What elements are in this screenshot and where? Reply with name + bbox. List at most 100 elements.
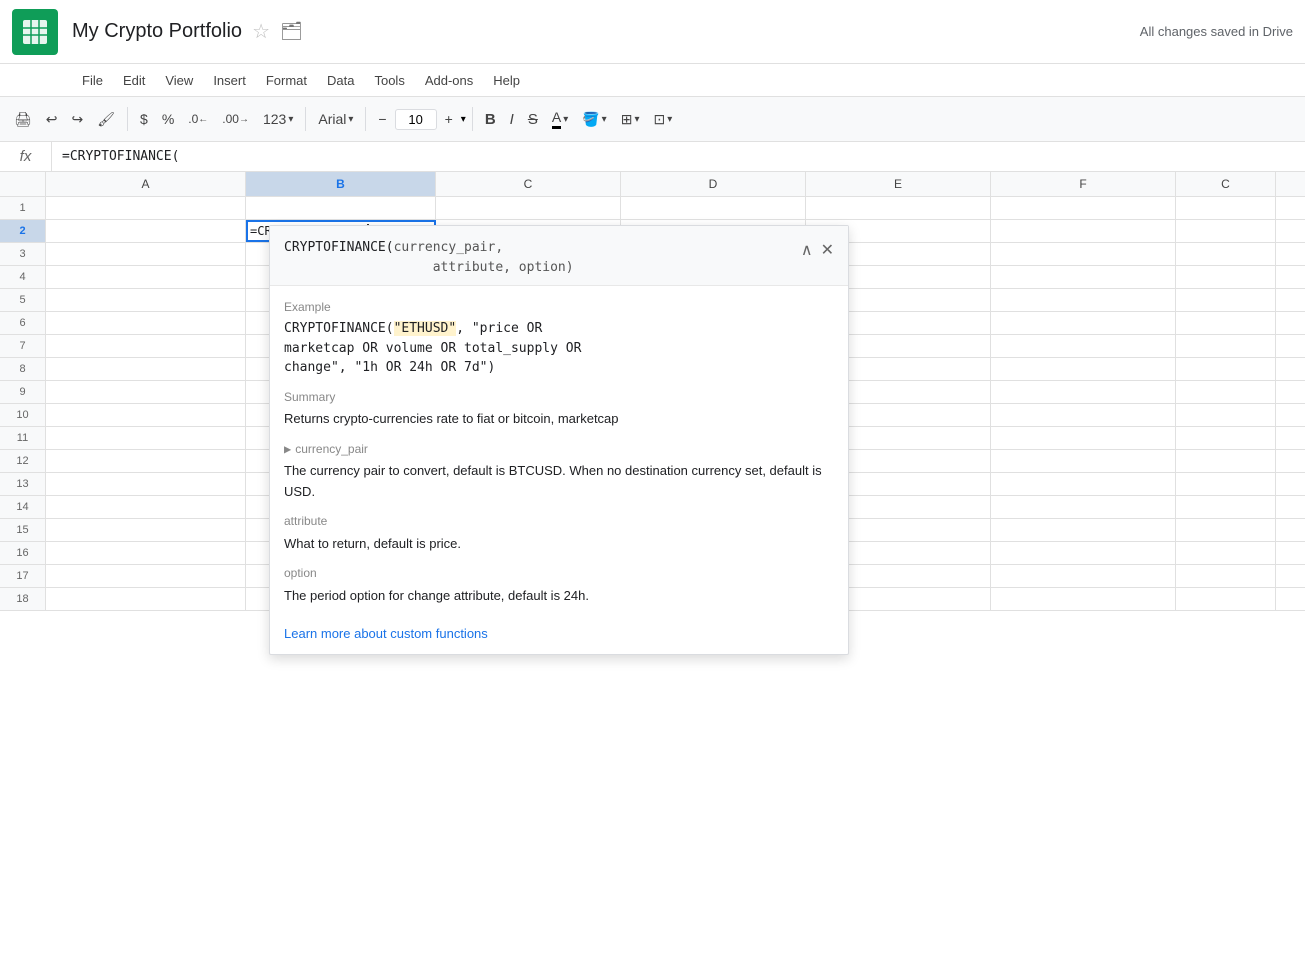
format-increase-decimal-button[interactable]: .00→ (216, 108, 255, 130)
merge-arrow: ▾ (667, 114, 672, 125)
fill-color-label: 🪣 (582, 111, 599, 128)
cell-c1[interactable] (436, 197, 621, 219)
popup-param1-desc: The currency pair to convert, default is… (284, 461, 834, 503)
menu-edit[interactable]: Edit (113, 69, 155, 92)
cell-f1[interactable] (991, 197, 1176, 219)
col-header-f[interactable]: F (991, 172, 1176, 196)
font-size-area: − + ▾ (372, 107, 465, 131)
column-headers: A B C D E F C (0, 172, 1305, 197)
menu-help[interactable]: Help (483, 69, 530, 92)
format-dropdown-arrow: ▾ (288, 114, 293, 125)
separator-4 (472, 107, 473, 131)
popup-collapse-button[interactable]: ∧ (801, 240, 813, 260)
popup-param1-label: currency_pair (295, 440, 368, 459)
strikethrough-button[interactable]: S (522, 107, 544, 132)
format-decrease-decimal-button[interactable]: .0← (182, 108, 214, 130)
format-number-label: 123 (263, 111, 286, 127)
popup-header: CRYPTOFINANCE(currency_pair, attribute, … (270, 226, 848, 286)
borders-label: ⊞ (621, 111, 633, 128)
star-icon[interactable]: ☆ (252, 19, 270, 44)
menu-addons[interactable]: Add-ons (415, 69, 483, 92)
doc-title[interactable]: My Crypto Portfolio (72, 20, 242, 43)
font-size-decrease-button[interactable]: − (372, 107, 392, 131)
cell-a2[interactable] (46, 220, 246, 242)
cell-f2[interactable] (991, 220, 1176, 242)
borders-button[interactable]: ⊞ ▾ (615, 107, 646, 132)
format-number-button[interactable]: 123 ▾ (257, 107, 299, 131)
popup-function-name: CRYPTOFINANCE( (284, 240, 394, 255)
menu-bar: File Edit View Insert Format Data Tools … (0, 64, 1305, 96)
font-size-dropdown-arrow: ▾ (461, 114, 466, 125)
borders-arrow: ▾ (634, 114, 639, 125)
formula-label: fx (0, 142, 52, 171)
col-header-e[interactable]: E (806, 172, 991, 196)
cell-g2[interactable] (1176, 220, 1276, 242)
popup-param1-row: ▶ currency_pair (284, 440, 834, 461)
col-header-c[interactable]: C (436, 172, 621, 196)
popup-param2-label: attribute (284, 512, 834, 531)
popup-example-label: Example (284, 298, 834, 317)
cell-e1[interactable] (806, 197, 991, 219)
popup-param3-desc: The period option for change attribute, … (284, 586, 834, 607)
popup-footer: Learn more about custom functions (270, 618, 848, 654)
col-header-b[interactable]: B (246, 172, 436, 196)
fill-color-button[interactable]: 🪣 ▾ (576, 107, 612, 132)
col-header-g[interactable]: C (1176, 172, 1276, 196)
font-size-input[interactable] (395, 109, 437, 130)
separator-3 (365, 107, 366, 131)
separator-2 (305, 107, 306, 131)
font-family-label: Arial (318, 111, 346, 127)
menu-data[interactable]: Data (317, 69, 364, 92)
row-num-1: 1 (0, 197, 46, 219)
popup-param3-section: option The period option for change attr… (284, 564, 834, 606)
menu-format[interactable]: Format (256, 69, 317, 92)
popup-param1-section: ▶ currency_pair The currency pair to con… (284, 440, 834, 503)
paint-format-button[interactable]: 🖌 (91, 107, 121, 132)
undo-button[interactable]: ↩ (40, 107, 64, 132)
popup-param2-section: attribute What to return, default is pri… (284, 512, 834, 554)
cell-g1[interactable] (1176, 197, 1276, 219)
autocomplete-popup: CRYPTOFINANCE(currency_pair, attribute, … (269, 225, 849, 655)
menu-insert[interactable]: Insert (203, 69, 256, 92)
popup-active-arrow: ▶ (284, 440, 291, 459)
merge-label: ⊡ (653, 111, 665, 128)
table-row: 1 (0, 197, 1305, 220)
learn-more-link[interactable]: Learn more about custom functions (284, 626, 488, 641)
popup-close-button[interactable]: ✕ (821, 240, 834, 260)
text-color-button[interactable]: A ▾ (546, 105, 574, 133)
menu-tools[interactable]: Tools (364, 69, 414, 92)
popup-example-code: CRYPTOFINANCE("ETHUSD", "price OR market… (284, 319, 834, 378)
toolbar: 🖨 ↩ ↪ 🖌 $ % .0← .00→ 123 ▾ Arial ▾ − + ▾… (0, 96, 1305, 142)
merge-button[interactable]: ⊡ ▾ (647, 107, 678, 132)
print-button[interactable]: 🖨 (8, 107, 38, 132)
fill-color-arrow: ▾ (602, 114, 607, 125)
cell-a1[interactable] (46, 197, 246, 219)
bold-button[interactable]: B (479, 107, 502, 132)
italic-button[interactable]: I (504, 107, 520, 132)
formula-bar: fx =CRYPTOFINANCE( (0, 142, 1305, 172)
folder-icon[interactable]: 🗂 (280, 21, 303, 42)
cell-d1[interactable] (621, 197, 806, 219)
redo-button[interactable]: ↪ (66, 107, 90, 132)
popup-summary-text: Returns crypto-currencies rate to fiat o… (284, 409, 834, 430)
popup-signature: CRYPTOFINANCE(currency_pair, attribute, … (284, 238, 574, 277)
font-size-increase-button[interactable]: + (439, 107, 459, 131)
menu-file[interactable]: File (72, 69, 113, 92)
popup-highlighted-param: "ETHUSD" (394, 321, 457, 336)
font-family-button[interactable]: Arial ▾ (312, 107, 359, 131)
row-num-2: 2 (0, 220, 46, 242)
col-header-a[interactable]: A (46, 172, 246, 196)
cell-b1[interactable] (246, 197, 436, 219)
app-icon (12, 9, 58, 55)
col-header-d[interactable]: D (621, 172, 806, 196)
formula-content[interactable]: =CRYPTOFINANCE( (52, 149, 189, 164)
format-percent-button[interactable]: % (156, 107, 180, 131)
popup-body: Example CRYPTOFINANCE("ETHUSD", "price O… (270, 286, 848, 618)
text-color-arrow: ▾ (563, 114, 568, 125)
menu-view[interactable]: View (155, 69, 203, 92)
format-dollar-button[interactable]: $ (134, 107, 154, 131)
font-family-arrow: ▾ (348, 114, 353, 125)
saved-status: All changes saved in Drive (1140, 24, 1293, 39)
separator-1 (127, 107, 128, 131)
row-num-header (0, 172, 46, 196)
